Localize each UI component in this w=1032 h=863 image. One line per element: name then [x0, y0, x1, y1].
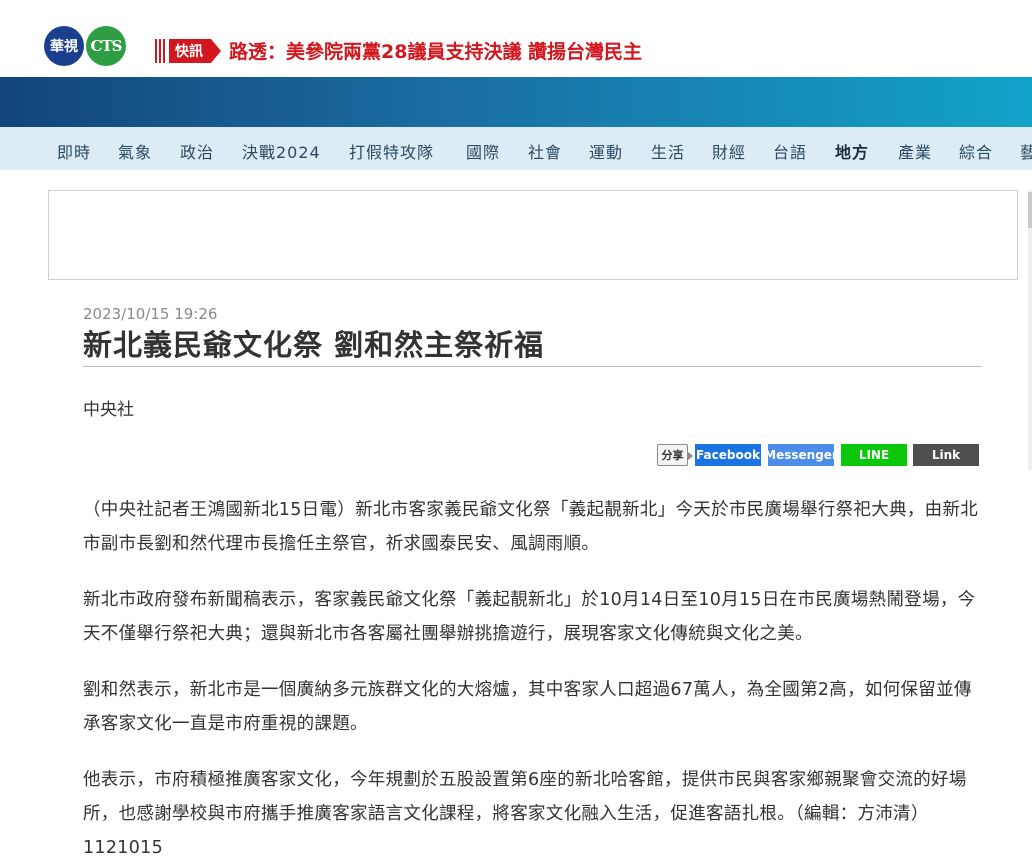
article-source: 中央社	[83, 400, 134, 420]
article-date: 2023/10/15 19:26	[83, 305, 218, 323]
cts-logo[interactable]: 華視 CTS	[44, 26, 126, 66]
copy-link-button[interactable]: Link	[913, 444, 979, 466]
breaking-news-ticker[interactable]: 快訊 路透：美參院兩黨28議員支持決議 讚揚台灣民主	[155, 37, 642, 64]
nav-item-local[interactable]: 地方	[835, 139, 869, 163]
share-line-button[interactable]: LINE	[841, 444, 907, 466]
cts-logo-text: CTS	[86, 26, 126, 66]
breaking-news-tag: 快訊	[169, 38, 221, 63]
nav-item-finance[interactable]: 財經	[712, 139, 746, 163]
ad-placeholder	[48, 190, 1018, 280]
nav-item-sports[interactable]: 運動	[589, 139, 623, 163]
nav-item-life[interactable]: 生活	[651, 139, 685, 163]
nav-item-weather[interactable]: 氣象	[118, 139, 152, 163]
page-scrollbar-track[interactable]	[1028, 190, 1032, 470]
article-paragraph: 他表示，市府積極推廣客家文化，今年規劃於五股設置第6座的新北哈客館，提供市民與客…	[83, 770, 967, 858]
nav-item-politics[interactable]: 政治	[180, 139, 214, 163]
article-paragraph: 新北市政府發布新聞稿表示，客家義民爺文化祭「義起靚新北」於10月14日至10月1…	[83, 590, 976, 644]
nav-item-fact-check[interactable]: 打假特攻隊	[349, 139, 434, 163]
nav-item-general[interactable]: 綜合	[959, 139, 993, 163]
title-divider	[83, 366, 982, 367]
nav-item-industry[interactable]: 產業	[898, 139, 932, 163]
article-paragraph: 劉和然表示，新北市是一個廣納多元族群文化的大熔爐，其中客家人口超過67萬人，為全…	[83, 680, 972, 734]
nav-item-election-2024[interactable]: 決戰2024	[242, 139, 321, 163]
article-body: （中央社記者王鴻國新北15日電）新北市客家義民爺文化祭「義起靚新北」今天於市民廣…	[83, 493, 983, 863]
breaking-news-headline[interactable]: 路透：美參院兩黨28議員支持決議 讚揚台灣民主	[229, 37, 642, 64]
flash-stripes-icon	[155, 38, 167, 63]
nav-item-taiwanese[interactable]: 台語	[773, 139, 807, 163]
share-facebook-button[interactable]: Facebook	[695, 444, 761, 466]
site-header: 華視 CTS 快訊 路透：美參院兩黨28議員支持決議 讚揚台灣民主	[0, 0, 1032, 77]
article-paragraph: （中央社記者王鴻國新北15日電）新北市客家義民爺文化祭「義起靚新北」今天於市民廣…	[83, 500, 979, 554]
nav-item-international[interactable]: 國際	[466, 139, 500, 163]
article-title: 新北義民爺文化祭 劉和然主祭祈福	[83, 328, 545, 362]
share-messenger-button[interactable]: Messenger	[764, 444, 838, 466]
header-banner	[0, 77, 1032, 127]
nav-item-live[interactable]: 即時	[57, 139, 91, 163]
main-nav: 即時 氣象 政治 決戰2024 打假特攻隊 國際 社會 運動 生活 財經 台語 …	[0, 127, 1032, 170]
page-scrollbar-thumb[interactable]	[1028, 192, 1032, 228]
nav-item-arts[interactable]: 藝	[1020, 139, 1032, 163]
cts-logo-emblem: 華視	[44, 26, 84, 66]
nav-item-society[interactable]: 社會	[528, 139, 562, 163]
share-label: 分享	[657, 444, 693, 466]
